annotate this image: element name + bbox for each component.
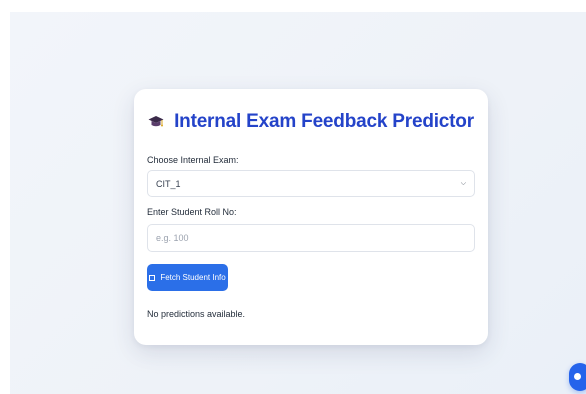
floating-chat-button[interactable] xyxy=(569,363,586,391)
predictor-card: Internal Exam Feedback Predictor Choose … xyxy=(134,89,488,345)
exam-select-label: Choose Internal Exam: xyxy=(147,155,239,165)
card-header: Internal Exam Feedback Predictor xyxy=(147,110,475,134)
clipboard-icon xyxy=(149,274,156,281)
graduation-cap-icon xyxy=(148,116,164,127)
exam-select-value: CIT_1 xyxy=(156,178,181,189)
roll-input-label: Enter Student Roll No: xyxy=(147,207,237,217)
page-title: Internal Exam Feedback Predictor xyxy=(174,111,474,132)
chevron-down-icon: ⌵ xyxy=(460,179,466,187)
status-message: No predictions available. xyxy=(147,309,246,319)
chat-icon xyxy=(574,373,581,380)
roll-number-input[interactable] xyxy=(147,224,475,252)
page-background: Internal Exam Feedback Predictor Choose … xyxy=(10,12,586,394)
exam-select[interactable]: CIT_1 ⌵ xyxy=(147,170,475,197)
fetch-button-label: Fetch Student Info xyxy=(160,273,226,282)
fetch-student-info-button[interactable]: Fetch Student Info xyxy=(147,264,228,291)
